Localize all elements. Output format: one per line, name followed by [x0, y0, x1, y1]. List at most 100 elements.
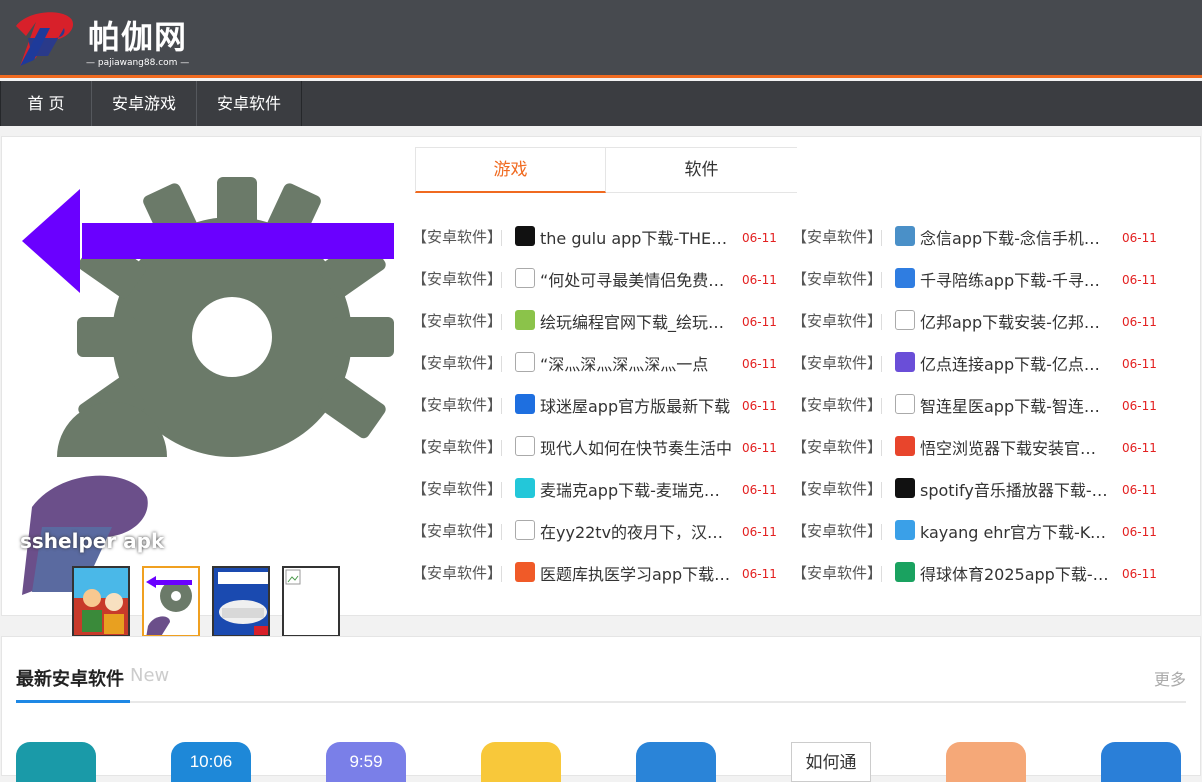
list-item-title[interactable]: 现代人如何在快节奏生活中 — [540, 435, 732, 463]
latest-app-icon[interactable]: 10:06 — [171, 742, 251, 782]
nav-home[interactable]: 首 页 — [0, 81, 92, 126]
site-logo[interactable]: 帕伽网 — pajiawang88.com — — [6, 8, 196, 70]
article-list-right: 【安卓软件】 念信app下载-念信手机版下载 06-11 【安卓软件】 千寻陪练app下… — [792, 223, 1164, 601]
racing-thumb-icon — [214, 568, 268, 635]
list-item-separator — [881, 356, 882, 372]
list-item-title[interactable]: spotify音乐播放器下载-spotify — [920, 477, 1112, 505]
list-item[interactable]: 【安卓软件】 亿邦app下载安装-亿邦动力 06-11 — [792, 307, 1164, 349]
list-item-title[interactable]: 千寻陪练app下载-千寻陪练 — [920, 267, 1112, 295]
list-item[interactable]: 【安卓软件】 智连星医app下载-智连星医 06-11 — [792, 391, 1164, 433]
list-item-date: 06-11 — [1122, 315, 1157, 329]
list-item-title[interactable]: 悟空浏览器下载安装官方免费 — [920, 435, 1112, 463]
list-item[interactable]: 【安卓软件】 “深灬深灬深灬深灬一点 06-11 — [412, 349, 784, 391]
latest-app-icon[interactable] — [636, 742, 716, 782]
list-item-title[interactable]: 麦瑞克app下载-麦瑞克健身 — [540, 477, 732, 505]
list-item-title[interactable]: 智连星医app下载-智连星医 — [920, 393, 1112, 421]
nav-android-games[interactable]: 安卓游戏 — [91, 81, 197, 126]
list-item-title[interactable]: 亿点连接app下载-亿点连接 — [920, 351, 1112, 379]
list-item-date: 06-11 — [1122, 399, 1157, 413]
list-item-separator — [501, 314, 502, 330]
slider-thumb-2[interactable] — [142, 566, 200, 637]
list-item-category[interactable]: 【安卓软件】 — [792, 475, 882, 503]
list-item[interactable]: 【安卓软件】 亿点连接app下载-亿点连接 06-11 — [792, 349, 1164, 391]
more-link[interactable]: 更多 — [1154, 666, 1186, 690]
main-nav: 首 页 安卓游戏 安卓软件 — [0, 81, 1202, 126]
tab-software[interactable]: 软件 — [606, 148, 797, 193]
list-item[interactable]: 【安卓软件】 悟空浏览器下载安装官方免费 06-11 — [792, 433, 1164, 475]
list-item-category[interactable]: 【安卓软件】 — [412, 559, 502, 587]
slider-thumb-3[interactable] — [212, 566, 270, 637]
list-item[interactable]: 【安卓软件】 kayang ehr官方下载-Kayang 06-11 — [792, 517, 1164, 559]
list-item[interactable]: 【安卓软件】 麦瑞克app下载-麦瑞克健身 06-11 — [412, 475, 784, 517]
list-item-title[interactable]: “深灬深灬深灬深灬一点 — [540, 351, 732, 379]
slider-thumb-1[interactable] — [72, 566, 130, 637]
list-item-title[interactable]: “何处可寻最美情侣免费视频 — [540, 267, 732, 295]
app-icon — [895, 562, 915, 582]
list-item-date: 06-11 — [742, 525, 777, 539]
list-item[interactable]: 【安卓软件】 现代人如何在快节奏生活中 06-11 — [412, 433, 784, 475]
list-item[interactable]: 【安卓软件】 “何处可寻最美情侣免费视频 06-11 — [412, 265, 784, 307]
list-item-category[interactable]: 【安卓软件】 — [792, 559, 882, 587]
list-item-category[interactable]: 【安卓软件】 — [412, 223, 502, 251]
list-item-title[interactable]: the gulu app下载-THE GULU官方版下载 — [540, 225, 732, 253]
list-item-title[interactable]: 球迷屋app官方版最新下载 — [540, 393, 732, 421]
list-item-category[interactable]: 【安卓软件】 — [792, 391, 882, 419]
latest-app-icon[interactable] — [481, 742, 561, 782]
section-divider — [16, 701, 1186, 703]
list-item-category[interactable]: 【安卓软件】 — [412, 517, 502, 545]
app-icon — [895, 226, 915, 246]
list-item-category[interactable]: 【安卓软件】 — [792, 349, 882, 377]
latest-app-icon-label: 9:59 — [349, 752, 383, 771]
list-item-category[interactable]: 【安卓软件】 — [792, 433, 882, 461]
list-item-separator — [881, 440, 882, 456]
list-item[interactable]: 【安卓软件】 spotify音乐播放器下载-spotify 06-11 — [792, 475, 1164, 517]
tab-games[interactable]: 游戏 — [415, 148, 606, 193]
list-item-separator — [881, 314, 882, 330]
list-item-category[interactable]: 【安卓软件】 — [792, 517, 882, 545]
list-item-title[interactable]: 医题库执医学习app下载安装 — [540, 561, 732, 589]
list-item-category[interactable]: 【安卓软件】 — [412, 433, 502, 461]
list-item-date: 06-11 — [1122, 231, 1157, 245]
latest-app-icon[interactable]: 9:59 — [326, 742, 406, 782]
list-item-title[interactable]: 念信app下载-念信手机版下载 — [920, 225, 1112, 253]
latest-app-icon[interactable] — [946, 742, 1026, 782]
list-item[interactable]: 【安卓软件】 念信app下载-念信手机版下载 06-11 — [792, 223, 1164, 265]
list-item[interactable]: 【安卓软件】 the gulu app下载-THE GULU官方版下载 06-11 — [412, 223, 784, 265]
list-item[interactable]: 【安卓软件】 球迷屋app官方版最新下载 06-11 — [412, 391, 784, 433]
list-item-title[interactable]: kayang ehr官方下载-Kayang — [920, 519, 1112, 547]
list-item-date: 06-11 — [742, 399, 777, 413]
list-item[interactable]: 【安卓软件】 绘玩编程官网下载_绘玩编程app 06-11 — [412, 307, 784, 349]
list-item-category[interactable]: 【安卓软件】 — [412, 391, 502, 419]
featured-slider[interactable]: sshelper apk — [20, 177, 394, 637]
list-item-category[interactable]: 【安卓软件】 — [792, 307, 882, 335]
app-icon — [515, 268, 535, 288]
list-item-category[interactable]: 【安卓软件】 — [412, 475, 502, 503]
app-icon — [515, 562, 535, 582]
latest-app-icon[interactable] — [16, 742, 96, 782]
list-item-category[interactable]: 【安卓软件】 — [792, 223, 882, 251]
list-item-category[interactable]: 【安卓软件】 — [412, 349, 502, 377]
latest-app-icon[interactable] — [1101, 742, 1181, 782]
list-item-category[interactable]: 【安卓软件】 — [412, 307, 502, 335]
latest-app-icon[interactable]: 如何通 — [791, 742, 871, 782]
list-item-category[interactable]: 【安卓软件】 — [412, 265, 502, 293]
app-icon — [515, 478, 535, 498]
list-item-category[interactable]: 【安卓软件】 — [792, 265, 882, 293]
list-item-separator — [501, 356, 502, 372]
list-item[interactable]: 【安卓软件】 在yy22tv的夜月下，汉字之美 06-11 — [412, 517, 784, 559]
nav-android-software[interactable]: 安卓软件 — [196, 81, 302, 126]
list-item[interactable]: 【安卓软件】 得球体育2025app下载-得球 06-11 — [792, 559, 1164, 601]
app-icon — [515, 436, 535, 456]
list-item-title[interactable]: 绘玩编程官网下载_绘玩编程app — [540, 309, 732, 337]
featured-panel: sshelper apk 游戏 软件 【安卓软件】 the gulu app下载… — [1, 136, 1201, 637]
list-item[interactable]: 【安卓软件】 医题库执医学习app下载安装 06-11 — [412, 559, 784, 601]
slider-thumb-4[interactable] — [282, 566, 340, 637]
list-item-title[interactable]: 亿邦app下载安装-亿邦动力 — [920, 309, 1112, 337]
list-item[interactable]: 【安卓软件】 千寻陪练app下载-千寻陪练 06-11 — [792, 265, 1164, 307]
list-item-date: 06-11 — [742, 357, 777, 371]
gear-icon — [22, 177, 394, 457]
list-item-title[interactable]: 得球体育2025app下载-得球 — [920, 561, 1112, 589]
list-item-date: 06-11 — [742, 315, 777, 329]
list-item-date: 06-11 — [1122, 483, 1157, 497]
list-item-title[interactable]: 在yy22tv的夜月下，汉字之美 — [540, 519, 732, 547]
